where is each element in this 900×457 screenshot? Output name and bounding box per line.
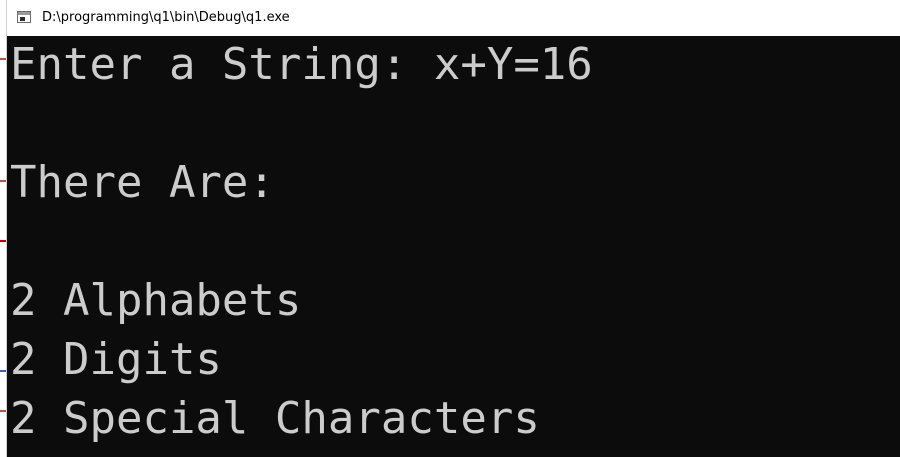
- console-line-digits: 2 Digits: [10, 334, 222, 385]
- editor-marker: [0, 58, 6, 60]
- console-line-prompt: Enter a String: x+Y=16: [10, 39, 593, 90]
- background-editor-edge: [0, 0, 7, 457]
- console-window-icon[interactable]: [17, 11, 31, 23]
- editor-marker: [0, 410, 6, 412]
- console-line-alphabets: 2 Alphabets: [10, 275, 302, 326]
- title-bar[interactable]: D:\programming\q1\bin\Debug\q1.exe: [7, 0, 900, 36]
- editor-marker: [0, 180, 6, 182]
- console-output[interactable]: Enter a String: x+Y=16 There Are: 2 Alph…: [7, 36, 900, 457]
- editor-marker: [0, 370, 6, 372]
- window-title: D:\programming\q1\bin\Debug\q1.exe: [42, 10, 290, 25]
- editor-marker: [0, 240, 6, 242]
- console-window[interactable]: D:\programming\q1\bin\Debug\q1.exe Enter…: [7, 0, 900, 457]
- console-line-special: 2 Special Characters: [10, 393, 540, 444]
- console-line-header: There Are:: [10, 157, 275, 208]
